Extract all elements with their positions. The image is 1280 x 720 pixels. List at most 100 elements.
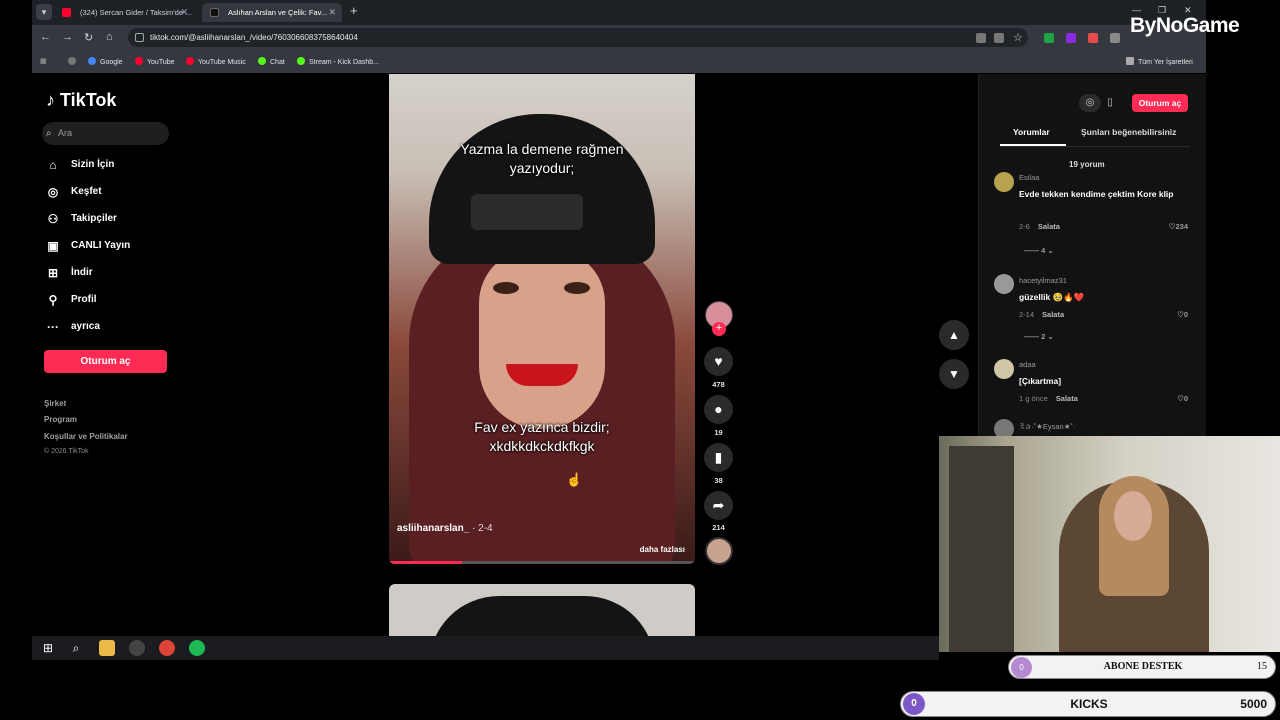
panel-login-button[interactable]: Oturum aç <box>1132 94 1188 112</box>
footer-company-link[interactable]: Şirket <box>44 399 66 408</box>
tab-search-button[interactable]: ▾ <box>36 4 52 20</box>
comment-icon: ● <box>714 401 723 417</box>
translate-icon[interactable] <box>976 33 986 43</box>
footer-terms-link[interactable]: Koşullar ve Politikalar <box>44 432 128 441</box>
compass-icon: ◎ <box>47 185 59 199</box>
comment-button[interactable]: ● <box>704 395 733 424</box>
bookmark-youtube[interactable]: YouTube <box>135 57 175 66</box>
view-replies-button[interactable]: —— 4 ⌄ <box>1024 246 1054 255</box>
windows-start-icon[interactable]: ⊞ <box>40 640 56 656</box>
kicks-goal-label: KICKS <box>1070 697 1108 711</box>
person-icon: ⚲ <box>48 293 58 307</box>
browser-tab-tiktok[interactable]: Aslıhan Arslan ve Çelik: Fav... ✕ <box>202 3 342 22</box>
comment-meta: 2-6 Salata <box>1019 222 1060 231</box>
avatar[interactable] <box>994 419 1014 436</box>
home-icon[interactable]: ⌂ <box>106 31 113 43</box>
login-button[interactable]: Oturum aç <box>44 350 167 373</box>
search-icon[interactable]: ⌕ <box>68 640 84 656</box>
bookmarks-bar: ▦ Google YouTube YouTube Music Chat Stre… <box>32 50 1206 73</box>
comment-username[interactable]: hacetyilmaz31 <box>1019 276 1067 285</box>
spotify-icon[interactable] <box>189 640 205 656</box>
user-plus-icon: ⚇ <box>47 212 59 226</box>
search-placeholder: Ara <box>58 128 73 138</box>
heart-outline-icon: ♡ <box>1177 310 1184 319</box>
address-toolbar: ← → ↻ ⌂ tiktok.com/@asliihanarslan_/vide… <box>32 25 1206 50</box>
copyright: © 2026 TikTok <box>44 448 89 455</box>
heart-icon: ♥ <box>714 353 723 369</box>
webcam-person-face <box>1114 491 1152 541</box>
streamer-webcam <box>939 436 1280 652</box>
tab-suggested[interactable]: Şunları beğenebilirsiniz <box>1081 127 1176 137</box>
app-circle-icon[interactable] <box>129 640 145 656</box>
video-player[interactable]: Yazma la demene rağmen yazıyodur; Fav ex… <box>389 74 695 564</box>
all-bookmarks[interactable]: Tüm Yer İşaretleri <box>1126 57 1193 66</box>
bookmark-google[interactable]: Google <box>88 57 123 66</box>
close-tab-icon[interactable]: ✕ <box>180 3 188 22</box>
video-frame-cap <box>429 114 655 264</box>
like-count: 478 <box>712 380 725 389</box>
bookmark-youtube-music[interactable]: YouTube Music <box>186 57 246 66</box>
avatar[interactable] <box>994 359 1014 379</box>
bookmark-globe-icon[interactable] <box>68 57 80 66</box>
extension-tag-icon[interactable] <box>1088 33 1098 43</box>
bynogame-logo: ByNoGame <box>1130 14 1240 37</box>
search-icon: ⌕ <box>46 128 52 139</box>
extension-excel-icon[interactable] <box>1044 33 1054 43</box>
reload-icon[interactable]: ↻ <box>84 31 93 44</box>
forward-icon[interactable]: → <box>62 31 73 43</box>
comment-like-button[interactable]: ♡0 <box>1177 394 1188 403</box>
bookmark-kick-dashboard[interactable]: Stream - Kick Dashb... <box>297 57 379 66</box>
cast-icon[interactable] <box>994 33 1004 43</box>
next-video-button[interactable]: ▼ <box>939 359 969 389</box>
chrome-icon[interactable] <box>159 640 175 656</box>
webcam-bookshelf <box>949 446 1014 652</box>
kicks-goal-bar: 0 KICKS 5000 <box>900 691 1276 717</box>
comment-username[interactable]: adaa <box>1019 360 1036 369</box>
comment-username[interactable]: ꉂ✰·˚★Eysan★˚· <box>1019 421 1075 431</box>
comment-like-button[interactable]: ♡0 <box>1177 310 1188 319</box>
comment-username[interactable]: Esilaa <box>1019 173 1039 182</box>
browser-tab-youtube[interactable]: (324) Sercan Gider / Taksim'de ... ✕ <box>54 3 194 22</box>
extensions-puzzle-icon[interactable] <box>1110 33 1120 43</box>
next-video-preview[interactable] <box>389 584 695 636</box>
music-disc-icon[interactable] <box>705 537 733 565</box>
mouse-cursor-icon: ☝ <box>566 472 583 487</box>
device-icon[interactable]: ▯ <box>1099 94 1121 112</box>
youtube-favicon-icon <box>62 8 71 17</box>
more-button[interactable]: daha fazlası <box>640 545 685 554</box>
comment-meta: 1 g önce Salata <box>1019 394 1078 403</box>
footer-program-link[interactable]: Program <box>44 415 77 424</box>
extension-twitch-icon[interactable] <box>1066 33 1076 43</box>
video-author[interactable]: asliihanarslan_ · 2-4 <box>397 523 493 534</box>
bookmark-chat[interactable]: Chat <box>258 57 285 66</box>
view-replies-button[interactable]: —— 2 ⌄ <box>1024 332 1054 341</box>
comment-like-button[interactable]: ♡234 <box>1169 222 1188 231</box>
save-button[interactable]: ▮ <box>704 443 733 472</box>
file-explorer-icon[interactable] <box>99 640 115 656</box>
tab-comments[interactable]: Yorumlar <box>1013 127 1050 137</box>
avatar[interactable] <box>994 274 1014 294</box>
site-info-icon[interactable] <box>135 33 144 42</box>
subscriber-goal-target: 15 <box>1257 661 1267 672</box>
url-bar[interactable]: tiktok.com/@asliihanarslan_/video/760306… <box>128 28 1028 47</box>
tabs-divider <box>1000 146 1190 147</box>
apps-grid-icon[interactable]: ▦ <box>40 57 47 65</box>
tiktok-logo[interactable]: ♪ TikTok <box>46 90 116 111</box>
back-icon[interactable]: ← <box>40 31 51 43</box>
follow-plus-icon[interactable]: + <box>712 322 726 336</box>
chevron-up-icon: ▲ <box>948 328 960 342</box>
windows-taskbar: ⊞ ⌕ <box>32 636 939 660</box>
search-input[interactable]: ⌕ Ara <box>42 122 169 145</box>
like-button[interactable]: ♥ <box>704 347 733 376</box>
avatar[interactable] <box>994 172 1014 192</box>
new-tab-button[interactable]: + <box>350 3 358 18</box>
explore-icon[interactable]: ◎ <box>1079 94 1101 112</box>
screen: ▾ (324) Sercan Gider / Taksim'de ... ✕ A… <box>0 0 1280 720</box>
bookmark-star-icon[interactable]: ☆ <box>1013 31 1023 44</box>
video-frame-eye <box>564 282 590 294</box>
previous-video-button[interactable]: ▲ <box>939 320 969 350</box>
share-button[interactable]: ➦ <box>704 491 733 520</box>
video-progress-bar[interactable] <box>389 561 695 564</box>
close-tab-icon[interactable]: ✕ <box>328 3 336 22</box>
tiktok-favicon-icon <box>210 8 219 17</box>
